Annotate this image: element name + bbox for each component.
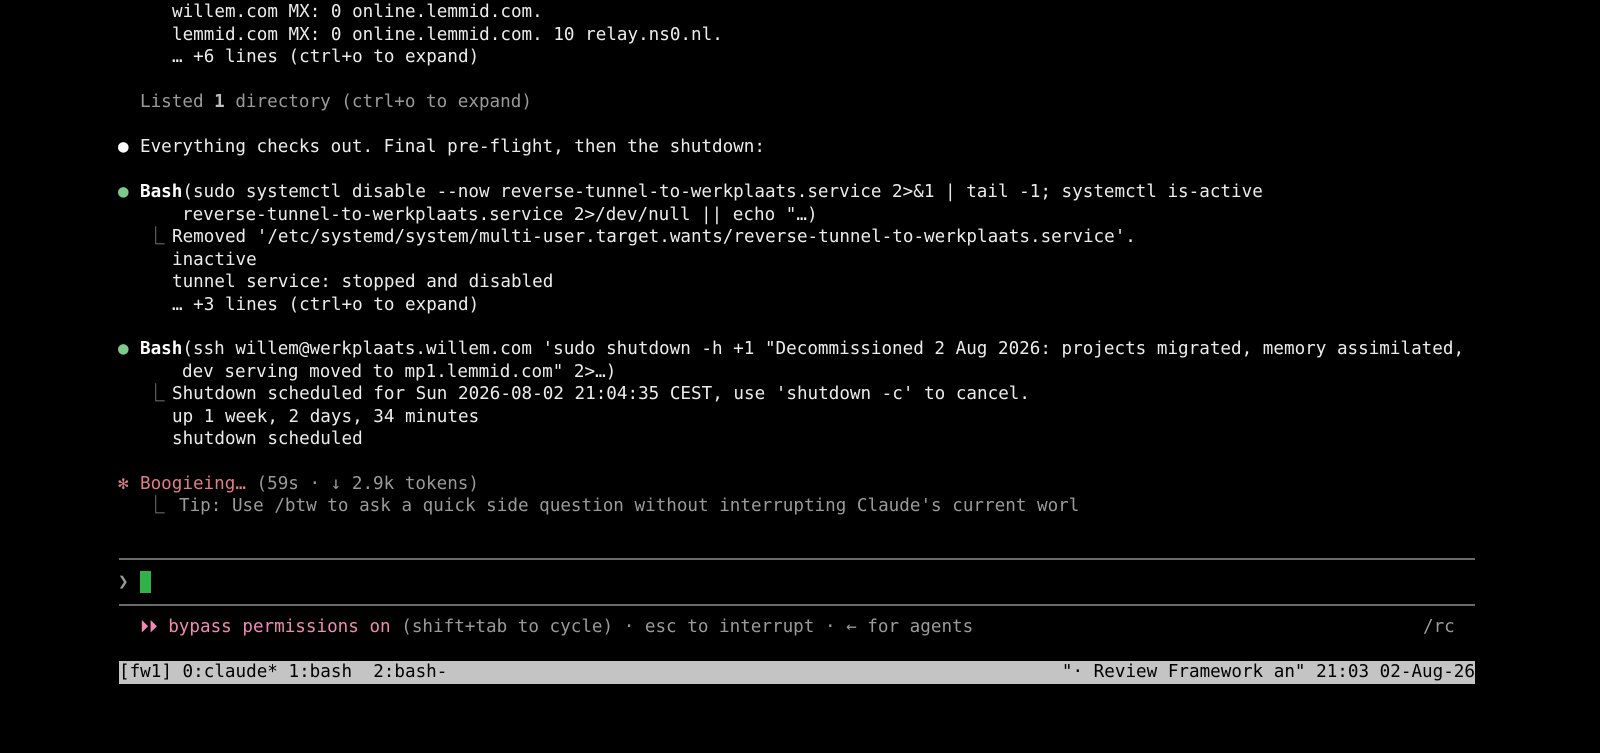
output-line: Shutdown scheduled for Sun 2026-08-02 21… xyxy=(172,384,1030,404)
expand-hint[interactable]: … +6 lines (ctrl+o to expand) xyxy=(172,46,479,69)
command-text: (sudo systemctl disable --now reverse-tu… xyxy=(182,182,1263,202)
command-text-wrap: reverse-tunnel-to-werkplaats.service 2>/… xyxy=(182,205,818,225)
remote-control-link[interactable]: /rc xyxy=(1423,616,1455,639)
output-line: Removed '/etc/systemd/system/multi-user.… xyxy=(172,227,1136,247)
output-line: up 1 week, 2 days, 34 minutes xyxy=(172,407,480,427)
tip-text: Tip: Use /btw to ask a quick side questi… xyxy=(179,496,1080,516)
spinner-stats: (59s · ↓ 2.9k tokens) xyxy=(245,474,479,494)
listed-directory[interactable]: Listed 1 directory (ctrl+o to expand) xyxy=(140,91,532,114)
tip-corner-icon: ⎿ xyxy=(147,496,165,516)
output-line: tunnel service: stopped and disabled xyxy=(172,272,554,292)
listed-count: 1 xyxy=(214,92,225,112)
tmux-status-bar: [fw1] 0:claude* 1:bash 2:bash- "· Review… xyxy=(119,661,1475,684)
spinner-label: Boogieing… xyxy=(140,474,246,494)
bash-command: Bash(sudo systemctl disable --now revers… xyxy=(140,181,1263,204)
spinner-status: Boogieing… (59s · ↓ 2.9k tokens) xyxy=(140,473,479,496)
tool-name: Bash xyxy=(140,182,183,202)
bash-command: Bash(ssh willem@werkplaats.willem.com 's… xyxy=(140,338,1464,361)
output-line: shutdown scheduled xyxy=(172,429,363,449)
expand-hint[interactable]: … +3 lines (ctrl+o to expand) xyxy=(172,294,479,317)
input-bottom-divider xyxy=(119,604,1475,606)
assistant-message: Everything checks out. Final pre-flight,… xyxy=(140,137,765,157)
mode-hints: (shift+tab to cycle) · esc to interrupt … xyxy=(390,617,974,637)
prompt-input-cursor[interactable] xyxy=(140,571,151,593)
output-corner-icon: ⎿ xyxy=(147,384,165,404)
bypass-mode-label: bypass permissions on xyxy=(157,617,391,637)
command-text-wrap: dev serving moved to mp1.lemmid.com" 2>…… xyxy=(182,362,617,382)
output-corner-icon: ⎿ xyxy=(147,227,165,247)
output-line: willem.com MX: 0 online.lemmid.com. xyxy=(172,2,543,22)
spinner-icon: ✻ xyxy=(118,474,129,494)
output-line: lemmid.com MX: 0 online.lemmid.com. 10 r… xyxy=(172,25,723,45)
command-text: (ssh willem@werkplaats.willem.com 'sudo … xyxy=(182,339,1465,359)
prompt-chevron-icon: ❯ xyxy=(118,572,129,592)
output-line: inactive xyxy=(172,250,257,270)
listed-suffix: directory (ctrl+o to expand) xyxy=(224,92,532,112)
input-top-divider xyxy=(119,558,1475,560)
message-bullet-icon: ● xyxy=(118,137,129,157)
permission-mode-bar[interactable]: ⏵⏵ bypass permissions on (shift+tab to c… xyxy=(140,616,973,639)
tmux-window-list[interactable]: [fw1] 0:claude* 1:bash 2:bash- xyxy=(119,661,447,684)
tmux-status-right: "· Review Framework an" 21:03 02-Aug-26 xyxy=(1061,662,1475,682)
bash-success-bullet-icon: ● xyxy=(118,339,129,359)
bash-success-bullet-icon: ● xyxy=(118,182,129,202)
bypass-mode-icon: ⏵⏵ xyxy=(140,617,158,637)
tool-name: Bash xyxy=(140,339,183,359)
listed-prefix: Listed xyxy=(140,92,215,112)
terminal-window[interactable]: willem.com MX: 0 online.lemmid.com. lemm… xyxy=(0,0,1600,737)
